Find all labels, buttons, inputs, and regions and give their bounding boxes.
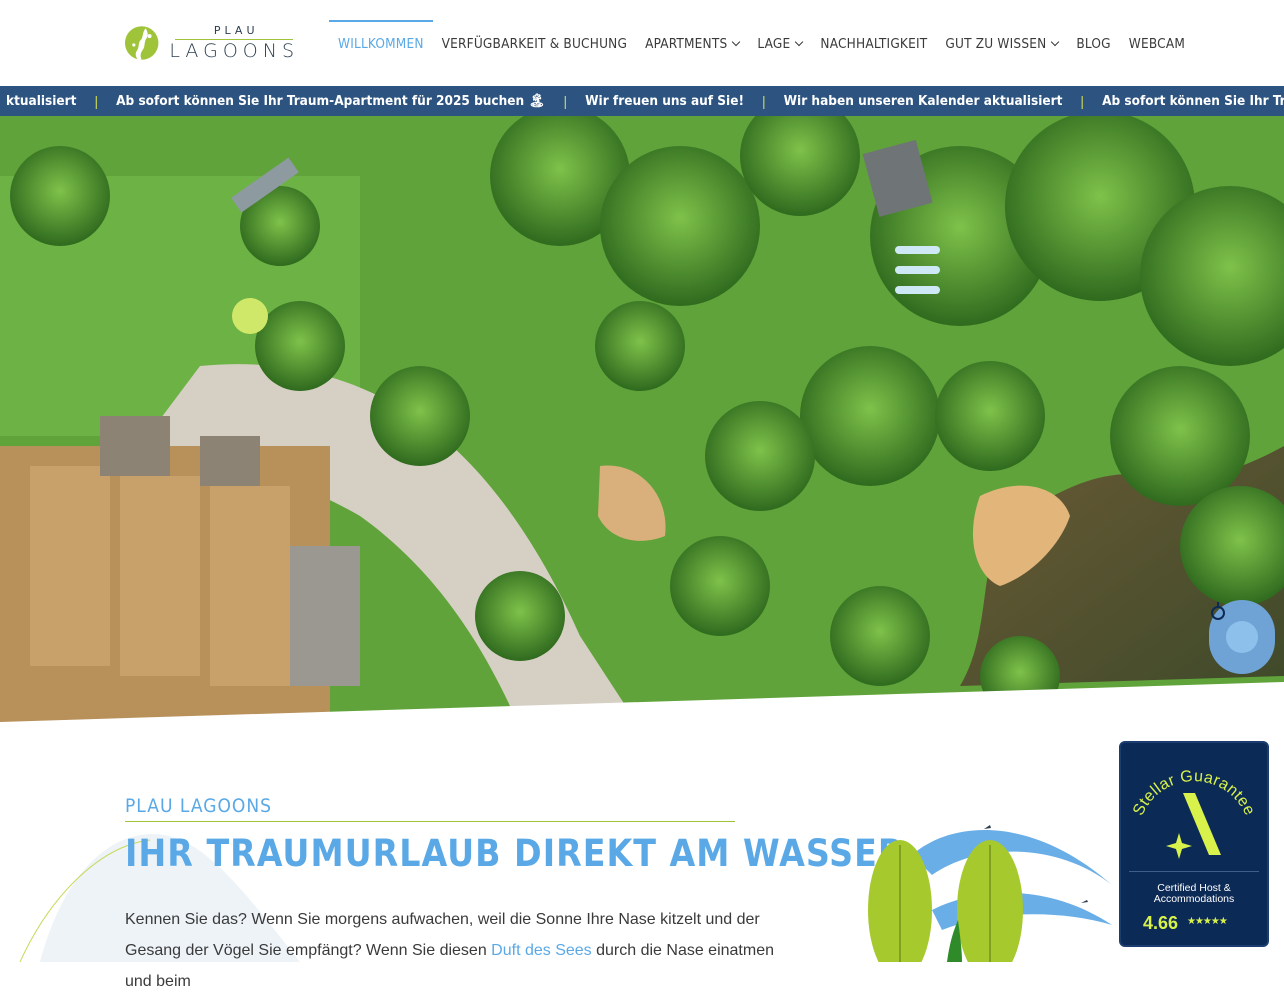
svg-text:Stellar Guarantee: Stellar Guarantee (1130, 768, 1258, 819)
help-button[interactable] (1209, 600, 1275, 674)
section-eyebrow: PLAU LAGOONS (125, 795, 735, 822)
stellar-guarantee-badge[interactable]: Stellar Guarantee Certified Host & Accom… (1119, 741, 1269, 947)
help-icon (1211, 602, 1258, 653)
site-header: PLAU LAGOONS WILLKOMMEN VERFÜGBARKEIT & … (0, 0, 1284, 86)
nav-item-label: LAGE (757, 36, 791, 52)
nav-item-nachhaltigkeit[interactable]: NACHHALTIGKEIT (811, 20, 936, 68)
intro-paragraph: Kennen Sie das? Wenn Sie morgens aufwach… (125, 904, 785, 997)
news-ticker: ktualisiert | Ab sofort können Sie Ihr T… (0, 86, 1284, 116)
nav-item-label: APARTMENTS (645, 36, 728, 52)
main-navigation: WILLKOMMEN VERFÜGBARKEIT & BUCHUNG APART… (329, 20, 1194, 68)
ticker-message[interactable]: Wir freuen uns auf Sie! (567, 93, 762, 109)
star-rating-icon: ★★★★★ (1187, 916, 1228, 927)
leaves-illustration (868, 825, 1112, 962)
nav-item-webcam[interactable]: WEBCAM (1120, 20, 1194, 68)
ticker-message[interactable]: Wir haben unseren Kalender aktualisiert (766, 93, 1081, 109)
chevron-down-icon (732, 37, 741, 47)
hero-aerial-image (0, 116, 1284, 728)
nav-item-blog[interactable]: BLOG (1067, 20, 1119, 68)
logo-wordmark: PLAU LAGOONS (169, 25, 299, 61)
logo-bottom-text: LAGOONS (169, 40, 299, 62)
nav-item-verfuegbarkeit[interactable]: VERFÜGBARKEIT & BUCHUNG (433, 20, 636, 68)
ticker-message[interactable]: Ab sofort können Sie Ihr Traum-Apartment… (98, 93, 563, 109)
chevron-down-icon (795, 37, 804, 47)
chevron-down-icon (1051, 37, 1060, 47)
badge-title-arc: Stellar Guarantee (1130, 768, 1258, 819)
duft-des-sees-link[interactable]: Duft des Sees (491, 942, 592, 959)
nav-item-label: WEBCAM (1128, 36, 1186, 52)
nav-item-lage[interactable]: LAGE (748, 20, 811, 68)
logo-mark-icon (124, 26, 159, 60)
logo-top-text: PLAU (213, 24, 259, 37)
nav-item-label: BLOG (1076, 36, 1111, 52)
nav-item-label: VERFÜGBARKEIT & BUCHUNG (441, 36, 628, 52)
badge-certification: Certified Host & Accommodations (1121, 883, 1267, 905)
page-title: Ihr Traumurlaub direkt am Wasser (125, 832, 905, 875)
nav-item-label: GUT ZU WISSEN (945, 36, 1047, 52)
nav-item-label: WILLKOMMEN (338, 36, 424, 52)
nav-item-apartments[interactable]: APARTMENTS (636, 20, 748, 68)
ticker-message[interactable]: Ab sofort können Sie Ihr Traum- (1084, 93, 1284, 109)
hero-bottom-divider (0, 682, 1284, 728)
ticker-message[interactable]: ktualisiert (0, 93, 94, 109)
nav-item-gut-zu-wissen[interactable]: GUT ZU WISSEN (936, 20, 1067, 68)
ticker-track: ktualisiert | Ab sofort können Sie Ihr T… (0, 86, 1284, 116)
badge-title: Stellar Guarantee (1130, 768, 1257, 819)
nav-item-willkommen[interactable]: WILLKOMMEN (329, 20, 433, 68)
site-logo[interactable]: PLAU LAGOONS (124, 24, 299, 62)
badge-score: 4.66 (1143, 913, 1179, 933)
badge-divider (1129, 871, 1259, 872)
badge-cert-line: Accommodations (1153, 893, 1235, 905)
nav-item-label: NACHHALTIGKEIT (820, 36, 928, 52)
